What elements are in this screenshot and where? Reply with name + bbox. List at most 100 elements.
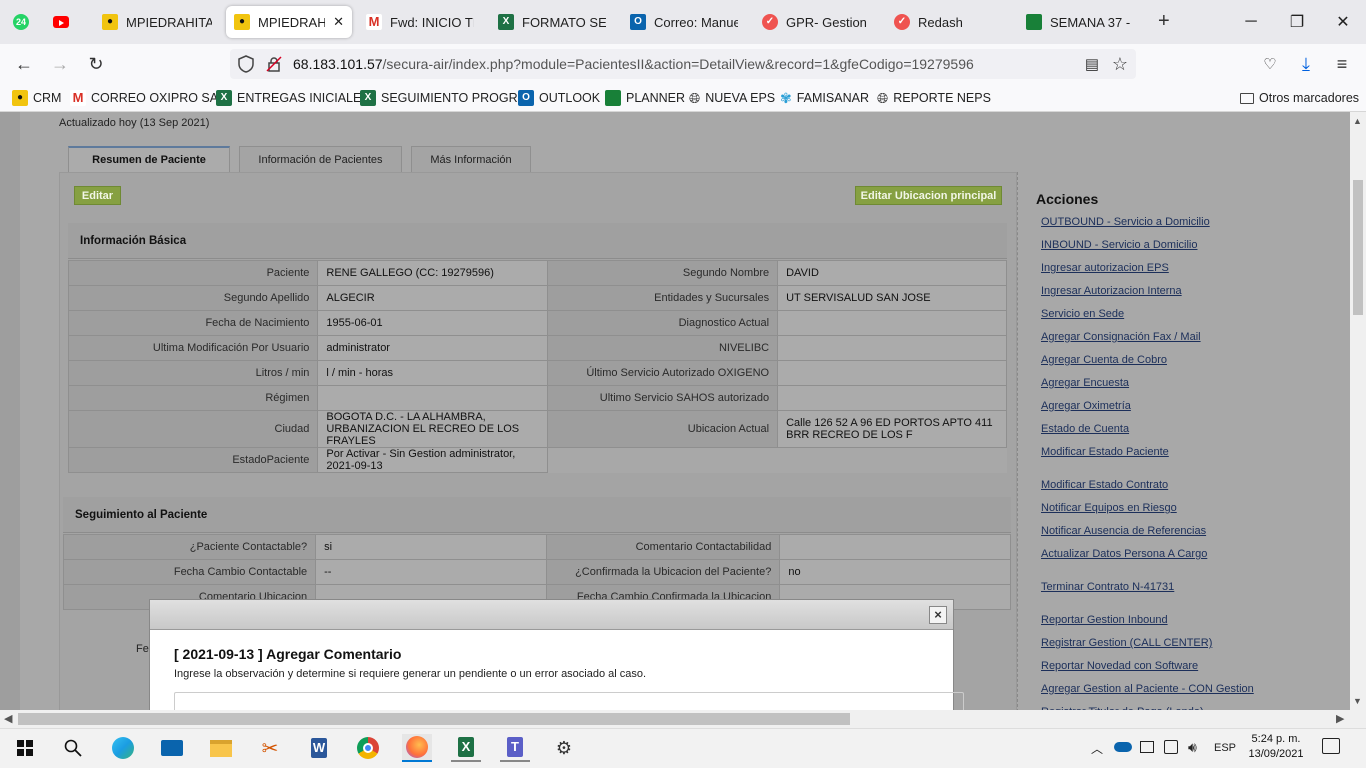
action-link[interactable]: OUTBOUND - Servicio a Domicilio [1041, 216, 1210, 228]
action-link[interactable]: Agregar Consignación Fax / Mail [1041, 331, 1201, 343]
action-link[interactable]: Modificar Estado Contrato [1041, 479, 1168, 491]
bookmark-correo[interactable]: M CORREO OXIPRO SAS [70, 89, 226, 107]
scroll-left-arrow[interactable]: ◀ [4, 712, 12, 725]
action-link[interactable]: Agregar Cuenta de Cobro [1041, 354, 1167, 366]
word-icon[interactable]: W [304, 734, 334, 762]
browser-tab-8[interactable]: SEMANA 37 - M [1018, 6, 1142, 38]
notifications-icon[interactable] [1322, 738, 1340, 754]
chrome-icon[interactable] [353, 734, 383, 762]
browser-tab-4[interactable]: XFORMATO SEGU [490, 6, 614, 38]
browser-tab-2[interactable]: ●MPIEDRAHITA✕ [226, 6, 352, 38]
downloads-icon[interactable]: ⤓ [1294, 52, 1318, 76]
restore-icon[interactable]: ❐ [1274, 0, 1320, 44]
action-link[interactable]: Agregar Gestion al Paciente - CON Gestio… [1041, 683, 1254, 695]
scroll-down-arrow[interactable]: ▼ [1353, 696, 1362, 706]
gmail-icon: M [366, 14, 382, 30]
edit-location-button[interactable]: Editar Ubicacion principal [855, 186, 1002, 205]
basic-info-row: Paciente RENE GALLEGO (CC: 19279596) Segun… [67, 260, 1007, 286]
pocket-icon[interactable]: ♡ [1258, 52, 1282, 76]
action-link[interactable]: Registrar Gestion (CALL CENTER) [1041, 637, 1212, 649]
action-link[interactable]: Estado de Cuenta [1041, 423, 1129, 435]
onedrive-icon[interactable] [1114, 742, 1132, 752]
action-link[interactable]: Agregar Oximetría [1041, 400, 1131, 412]
close-window-icon[interactable]: ✕ [1320, 0, 1366, 44]
action-link[interactable]: Reportar Gestion Inbound [1041, 614, 1168, 626]
whatsapp-badge: 24 [15, 17, 26, 27]
battery-icon[interactable] [1140, 741, 1154, 753]
other-bookmarks[interactable]: Otros marcadores [1240, 89, 1359, 107]
basic-info-row: Ciudad BOGOTA D.C. - LA ALHAMBRA, URBANIZ… [67, 410, 1007, 448]
basic-info-value [317, 385, 548, 411]
file-explorer-icon[interactable] [206, 734, 236, 762]
browser-tab-5[interactable]: OCorreo: Manuela [622, 6, 746, 38]
action-link[interactable]: Servicio en Sede [1041, 308, 1124, 320]
bookmark-famisanar[interactable]: ✾ FAMISANAR [780, 89, 869, 107]
action-link[interactable]: INBOUND - Servicio a Domicilio [1041, 239, 1197, 251]
mail-icon[interactable] [157, 734, 187, 762]
action-link[interactable]: Modificar Estado Paciente [1041, 446, 1169, 458]
network-tool-icon[interactable]: ⚙ [549, 734, 579, 762]
action-link[interactable]: Actualizar Datos Persona A Cargo [1041, 548, 1207, 560]
shield-icon[interactable] [238, 55, 254, 73]
language-indicator[interactable]: ESP [1214, 742, 1236, 754]
vertical-scroll-thumb[interactable] [1353, 180, 1363, 315]
action-link[interactable]: Notificar Equipos en Riesgo [1041, 502, 1177, 514]
show-hidden-icons[interactable]: ︿ [1091, 740, 1103, 757]
snip-icon[interactable]: ✂ [255, 734, 285, 762]
network-icon[interactable] [1164, 740, 1178, 754]
url-text[interactable]: 68.183.101.57/secura-air/index.php?modul… [293, 56, 974, 72]
edit-button[interactable]: Editar [74, 186, 121, 205]
gmail-icon: M [70, 90, 86, 106]
start-icon[interactable] [10, 734, 40, 762]
action-link[interactable]: Reportar Novedad con Software [1041, 660, 1198, 672]
action-link[interactable]: Ingresar Autorizacion Interna [1041, 285, 1182, 297]
forward-icon[interactable]: → [48, 52, 72, 76]
bookmark-seguimiento[interactable]: X SEGUIMIENTO PROGR... [360, 89, 528, 107]
basic-info-row: Fecha de Nacimiento 1955-06-01 Diagnostico… [67, 310, 1007, 336]
horizontal-scroll-thumb[interactable] [18, 713, 850, 725]
bookmark-reporte-neps[interactable]: 🌐︎ REPORTE NEPS [877, 89, 991, 107]
clock[interactable]: 5:24 p. m. 13/09/2021 [1246, 732, 1306, 762]
firefox-icon[interactable] [402, 734, 432, 762]
edge-icon[interactable] [108, 734, 138, 762]
reader-view-icon[interactable]: ▤ [1080, 52, 1104, 76]
close-tab-icon[interactable]: ✕ [333, 14, 344, 30]
updated-text: Actualizado hoy (13 Sep 2021) [59, 117, 210, 129]
horizontal-scrollbar[interactable]: ◀ ▶ [0, 710, 1366, 728]
bookmark-nueva-eps[interactable]: 🌐︎ NUEVA EPS [689, 89, 775, 107]
tab-resumen[interactable]: Resumen de Paciente [68, 146, 230, 172]
action-link[interactable]: Terminar Contrato N-41731 [1041, 581, 1174, 593]
browser-tab-3[interactable]: MFwd: INICIO TRA [358, 6, 482, 38]
insecure-lock-icon[interactable] [266, 56, 282, 72]
browser-tab-1[interactable]: ● MPIEDRAHITA - [94, 6, 220, 38]
tab-informacion[interactable]: Información de Pacientes [239, 146, 402, 172]
new-tab-button[interactable]: + [1158, 10, 1170, 33]
back-icon[interactable]: ← [12, 52, 36, 76]
action-link[interactable]: Notificar Ausencia de Referencias [1041, 525, 1206, 537]
volume-icon[interactable]: 🔊︎ [1188, 739, 1197, 756]
whatsapp-icon[interactable]: 24 [13, 14, 29, 30]
browser-tab-6[interactable]: ✓GPR- Gestion Pr [754, 6, 878, 38]
vertical-scrollbar[interactable]: ▲ ▼ [1350, 112, 1366, 710]
tab-mas-informacion[interactable]: Más Información [411, 146, 531, 172]
minimize-icon[interactable]: ─ [1228, 0, 1274, 44]
scroll-up-arrow[interactable]: ▲ [1353, 116, 1362, 126]
youtube-icon[interactable] [53, 16, 69, 28]
action-link[interactable]: Agregar Encuesta [1041, 377, 1129, 389]
excel-icon[interactable]: X [451, 734, 481, 762]
browser-tab-7[interactable]: ✓ Redash [886, 6, 1010, 38]
reload-icon[interactable]: ↻ [84, 52, 108, 76]
search-icon[interactable] [58, 734, 88, 762]
globe-icon: 🌐︎ [689, 89, 701, 106]
bookmark-crm[interactable]: ● CRM [12, 89, 61, 107]
bookmark-planner[interactable]: PLANNER [605, 89, 685, 107]
bookmark-star-icon[interactable]: ☆ [1108, 52, 1132, 76]
follow-up-value [779, 534, 1011, 560]
close-icon[interactable]: × [929, 606, 947, 624]
action-link[interactable]: Ingresar autorizacion EPS [1041, 262, 1169, 274]
teams-icon[interactable]: T [500, 734, 530, 762]
menu-icon[interactable]: ≡ [1330, 52, 1354, 76]
bookmark-entregas[interactable]: X ENTREGAS INICIALES [216, 89, 370, 107]
bookmark-outlook[interactable]: O OUTLOOK [518, 89, 600, 107]
scroll-right-arrow[interactable]: ▶ [1336, 712, 1344, 725]
